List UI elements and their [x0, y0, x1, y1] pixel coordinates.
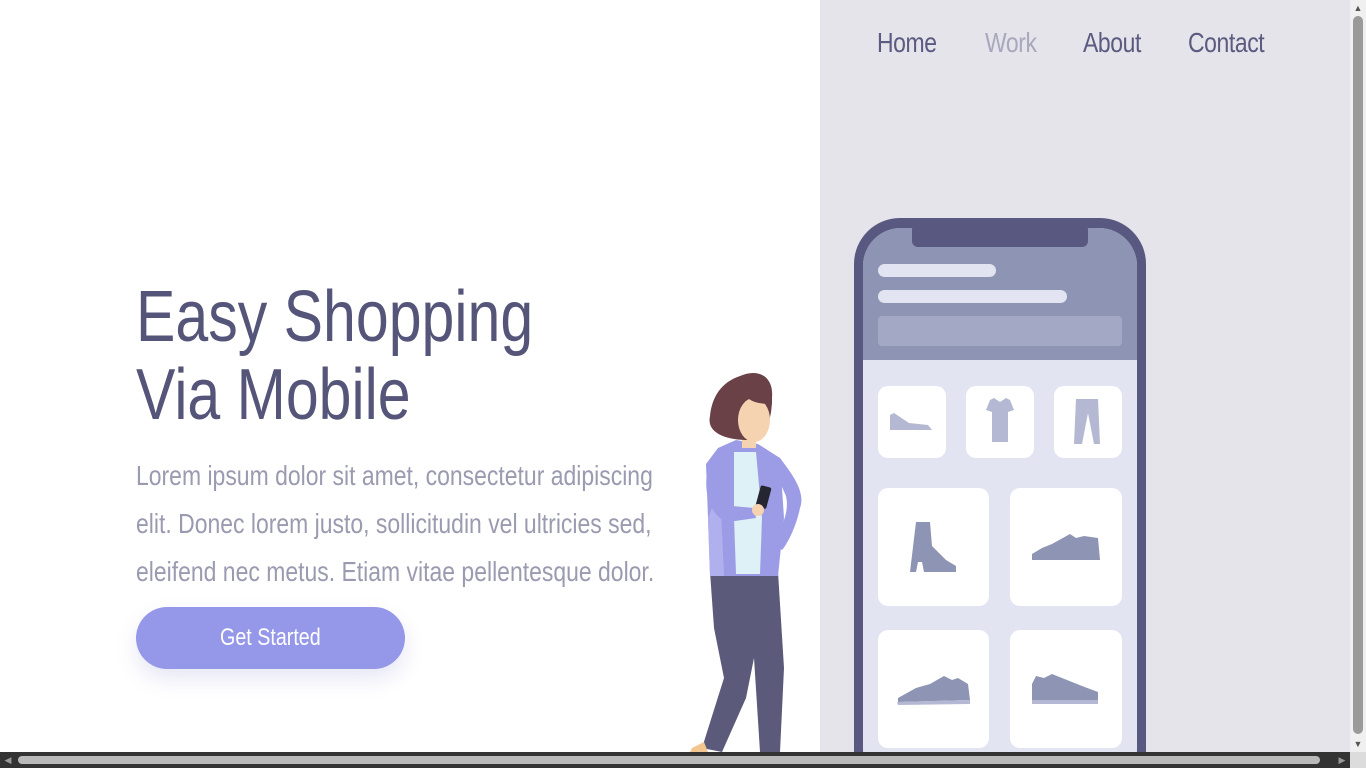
scroll-up-icon[interactable]: ▲ [1350, 0, 1366, 16]
horizontal-scrollbar[interactable]: ◀ ▶ [0, 752, 1350, 768]
scroll-right-icon[interactable]: ▶ [1334, 752, 1350, 768]
hero-description: Lorem ipsum dolor sit amet, consectetur … [136, 460, 655, 587]
nav-contact[interactable]: Contact [1188, 27, 1265, 59]
scroll-left-icon[interactable]: ◀ [0, 752, 16, 768]
scrollbar-corner [1350, 752, 1366, 768]
phone-illustration [854, 218, 1146, 758]
woman-illustration [690, 372, 802, 752]
horizontal-scroll-thumb[interactable] [18, 756, 1320, 764]
hero-title: Easy Shopping Via Mobile [136, 278, 533, 434]
nav-work[interactable]: Work [985, 27, 1037, 59]
main-nav: Home Work About Contact [877, 27, 1271, 59]
get-started-label: Get Started [220, 624, 321, 651]
vertical-scrollbar[interactable]: ▲ ▼ [1350, 0, 1366, 752]
get-started-button[interactable]: Get Started [136, 607, 405, 669]
hero-title-line1: Easy Shopping [136, 277, 534, 357]
vertical-scroll-thumb[interactable] [1353, 16, 1363, 734]
nav-about[interactable]: About [1083, 27, 1141, 59]
hero-title-line2: Via Mobile [136, 355, 411, 435]
nav-home[interactable]: Home [877, 27, 937, 59]
scroll-down-icon[interactable]: ▼ [1350, 736, 1366, 752]
